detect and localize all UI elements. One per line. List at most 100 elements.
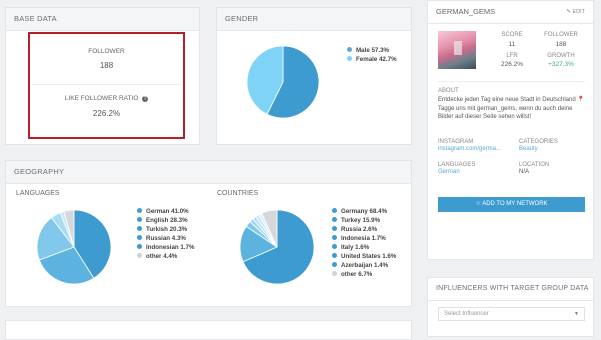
gender-legend: Male 57.3% Female 42.7% — [347, 46, 397, 64]
gender-legend-dot — [347, 55, 352, 61]
base-data-title: BASE DATA — [6, 8, 199, 31]
countries-pie-chart — [239, 209, 315, 285]
countries-legend: Germany 68.4% Turkey 15.9% Russia 2.6% Indo… — [332, 207, 396, 279]
bottom-card — [5, 320, 412, 340]
languages-legend-dot — [137, 234, 142, 240]
chevron-down-icon: ▼ — [574, 311, 579, 317]
follower-value: 188 — [99, 61, 114, 70]
follower-label: FOLLOWER — [544, 32, 578, 38]
gender-legend-item: Male 57.3% — [347, 46, 397, 55]
languages-legend: German 41.0% English 28.3% Turkish 20.3% Ru… — [137, 207, 194, 261]
instagram-label: INSTAGRAM — [438, 139, 474, 145]
follower-label: FOLLOWER — [88, 48, 125, 55]
lfr-label: LFR — [506, 53, 518, 59]
languages-legend-item: English 28.3% — [137, 216, 194, 225]
countries-legend-dot — [332, 270, 337, 276]
countries-legend-label: Germany 68.4% — [341, 208, 388, 215]
ratio-box: LIKE FOLLOWER RATIO ? 226.2% — [32, 86, 181, 134]
countries-legend-dot — [332, 252, 337, 258]
countries-legend-item: Russia 2.6% — [332, 225, 396, 234]
target-group-card: INFLUENCERS WITH TARGET GROUP DATA Selec… — [427, 277, 594, 337]
categories-value[interactable]: Beauty — [519, 146, 538, 152]
languages-label: LANGUAGES — [438, 162, 476, 168]
countries-legend-label: other 6.7% — [341, 271, 373, 278]
languages-legend-item: Russian 4.3% — [137, 234, 194, 243]
countries-legend-label: United States 1.6% — [341, 253, 397, 260]
growth-value: +327.3% — [548, 61, 574, 68]
follower-value: 188 — [555, 41, 567, 48]
about-text: Entdecke jeden Tag eine neue Stadt in De… — [438, 97, 585, 120]
countries-legend-label: Italy 1.6% — [341, 244, 370, 251]
languages-value[interactable]: German — [438, 169, 460, 175]
ratio-label-row: LIKE FOLLOWER RATIO ? — [32, 95, 181, 102]
profile-card: GERMAN_GEMS ✎ EDIT SCORE 11 FOLLOWER 188… — [427, 0, 594, 260]
geography-title: GEOGRAPHY — [6, 161, 411, 184]
lfr-value: 226.2% — [500, 61, 524, 68]
edit-link[interactable]: ✎ EDIT — [566, 1, 585, 23]
languages-legend-dot — [137, 225, 142, 231]
languages-legend-dot — [137, 252, 142, 258]
countries-legend-item: other 6.7% — [332, 270, 396, 279]
ratio-label: LIKE FOLLOWER RATIO — [64, 95, 139, 102]
countries-legend-item: Germany 68.4% — [332, 207, 396, 216]
countries-legend-dot — [332, 207, 337, 213]
growth-label: GROWTH — [547, 53, 575, 59]
profile-username: GERMAN_GEMS — [436, 7, 496, 16]
ratio-value: 226.2% — [92, 109, 121, 118]
add-to-network-label: ADD TO MY NETWORK — [482, 201, 548, 207]
gender-title: GENDER — [217, 8, 411, 31]
score-label: SCORE — [501, 32, 523, 38]
add-to-network-button[interactable]: ☆ ADD TO MY NETWORK — [438, 197, 585, 212]
languages-legend-label: Turkish 20.3% — [146, 226, 188, 233]
gender-legend-dot — [347, 46, 352, 52]
influencer-select-value: Select Influencer — [444, 311, 489, 317]
gender-legend-label: Female 42.7% — [356, 56, 397, 63]
profile-avatar[interactable] — [438, 31, 476, 69]
languages-legend-item: Turkish 20.3% — [137, 225, 194, 234]
countries-legend-label: Azerbaijan 1.4% — [341, 262, 389, 269]
languages-legend-dot — [137, 207, 142, 213]
countries-legend-item: Italy 1.6% — [332, 243, 396, 252]
profile-divider — [438, 81, 585, 82]
languages-legend-dot — [137, 243, 142, 249]
countries-legend-dot — [332, 234, 337, 240]
countries-legend-item: Azerbaijan 1.4% — [332, 261, 396, 270]
gender-legend-item: Female 42.7% — [347, 55, 397, 64]
countries-legend-item: Turkey 15.9% — [332, 216, 396, 225]
instagram-link[interactable]: instagram.com/germa... — [438, 146, 501, 152]
languages-legend-item: other 4.4% — [137, 252, 194, 261]
follower-box: FOLLOWER 188 — [32, 36, 181, 85]
gender-card: GENDER Male 57.3% Female 42.7% — [216, 7, 412, 145]
location-label: LOCATION — [519, 162, 550, 168]
location-value: N/A — [519, 169, 530, 175]
target-group-title: INFLUENCERS WITH TARGET GROUP DATA — [428, 278, 593, 301]
languages-legend-label: English 28.3% — [146, 217, 188, 224]
languages-legend-label: Russian 4.3% — [146, 235, 186, 242]
countries-legend-dot — [332, 243, 337, 249]
countries-legend-item: United States 1.6% — [332, 252, 396, 261]
categories-label: CATEGORIES — [519, 139, 558, 145]
info-icon[interactable]: ? — [142, 96, 149, 102]
languages-pie-chart — [36, 209, 112, 285]
languages-legend-item: German 41.0% — [137, 207, 194, 216]
score-value: 11 — [508, 41, 516, 48]
languages-legend-label: Indonesian 1.7% — [146, 244, 195, 251]
languages-title: LANGUAGES — [16, 190, 60, 197]
edit-label: EDIT — [572, 9, 585, 15]
countries-title: COUNTRIES — [217, 190, 259, 197]
base-data-card: BASE DATA FOLLOWER 188 LIKE FOLLOWER RAT… — [5, 7, 200, 145]
edit-icon: ✎ — [566, 9, 571, 15]
gender-legend-label: Male 57.3% — [356, 47, 390, 54]
geography-card: GEOGRAPHY LANGUAGES COUNTRIES German 41.… — [5, 160, 412, 307]
countries-legend-label: Russia 2.6% — [341, 226, 378, 233]
countries-legend-item: Indonesia 1.7% — [332, 234, 396, 243]
countries-legend-dot — [332, 261, 337, 267]
countries-legend-dot — [332, 225, 337, 231]
about-label: ABOUT — [438, 88, 459, 94]
profile-header: GERMAN_GEMS ✎ EDIT — [428, 1, 593, 24]
countries-legend-dot — [332, 216, 337, 222]
influencer-select[interactable]: Select Influencer ▼ — [438, 307, 585, 321]
languages-legend-label: other 4.4% — [146, 253, 178, 260]
languages-legend-item: Indonesian 1.7% — [137, 243, 194, 252]
avatar-window — [454, 41, 462, 55]
